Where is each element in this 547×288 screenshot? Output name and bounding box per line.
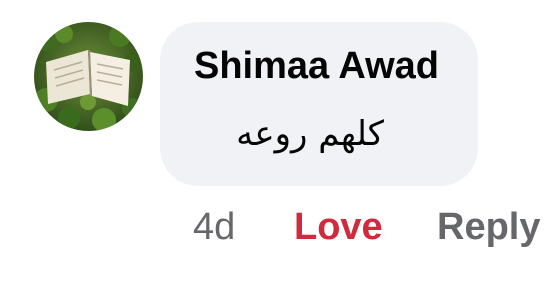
comment-author[interactable]: Shimaa Awad xyxy=(194,42,439,90)
open-book-photo-icon xyxy=(34,22,143,131)
comment-actions: 4d Love Reply xyxy=(0,203,547,253)
comment-bubble: Shimaa Awad كلهم روعه xyxy=(160,22,478,186)
reply-button[interactable]: Reply xyxy=(437,203,540,251)
avatar[interactable] xyxy=(34,22,143,131)
comment-text: كلهم روعه xyxy=(236,114,384,154)
love-reaction-button[interactable]: Love xyxy=(294,203,383,251)
comment-timestamp[interactable]: 4d xyxy=(193,203,235,251)
comment: Shimaa Awad كلهم روعه 4d Love Reply xyxy=(0,0,547,288)
